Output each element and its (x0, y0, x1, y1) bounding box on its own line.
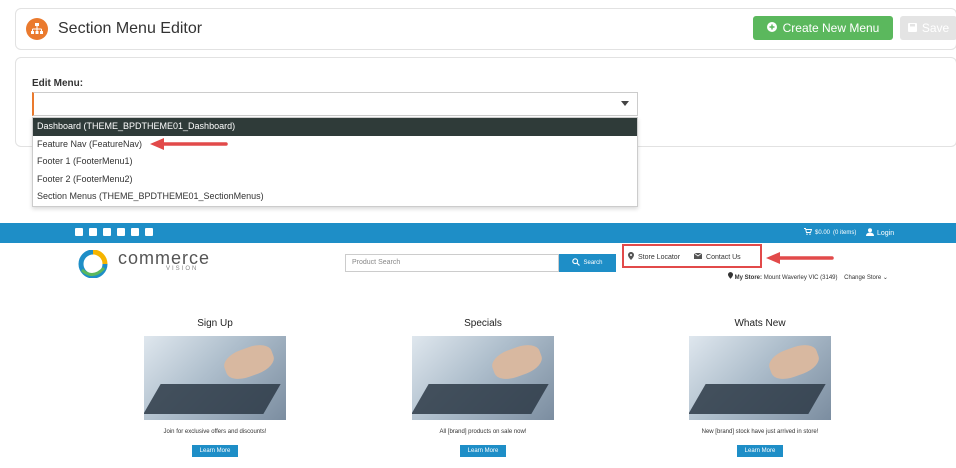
promo-title: Sign Up (197, 318, 233, 329)
annotation-arrow-feature-nav (150, 138, 228, 150)
promo-sign-up: Sign Up Join for exclusive offers and di… (95, 318, 335, 457)
cart-items: (0 items) (833, 229, 857, 236)
feature-nav-links: Store Locator Contact Us (628, 252, 741, 262)
edit-menu-dropdown: Dashboard (THEME_BPDTHEME01_Dashboard) F… (32, 117, 638, 207)
linkedin-icon[interactable] (145, 228, 153, 236)
instagram-icon[interactable] (103, 228, 111, 236)
commerce-vision-logo-icon[interactable] (78, 249, 108, 279)
map-pin-icon (728, 272, 735, 281)
promo-specials: Specials All [brand] products on sale no… (363, 318, 603, 457)
learn-more-button[interactable]: Learn More (459, 445, 507, 457)
plus-circle-icon (766, 21, 777, 35)
change-store-label: Change Store (844, 275, 882, 281)
my-store-value: Mount Waverley VIC (3149) (763, 275, 838, 281)
product-search-input[interactable]: Product Search (345, 254, 559, 272)
map-pin-icon (628, 252, 634, 262)
editor-header: Section Menu Editor Create New Menu Save (15, 8, 956, 50)
my-store-label: My Store: (734, 275, 763, 281)
floppy-icon (907, 21, 917, 35)
login-link[interactable]: Login (866, 228, 894, 238)
promo-image (144, 336, 286, 420)
store-brand-sub: VISION (166, 266, 199, 272)
user-icon (866, 228, 874, 238)
promo-image (412, 336, 554, 420)
caret-down-icon (621, 101, 629, 106)
twitter-icon[interactable] (89, 228, 97, 236)
learn-more-button[interactable]: Learn More (736, 445, 784, 457)
promo-text: All [brand] products on sale now! (439, 429, 527, 435)
search-button-label: Search (583, 260, 603, 266)
envelope-icon (693, 252, 703, 261)
contact-us-link[interactable]: Contact Us (693, 252, 741, 262)
dropdown-option-dashboard[interactable]: Dashboard (THEME_BPDTHEME01_Dashboard) (33, 118, 637, 136)
facebook-icon[interactable] (75, 228, 83, 236)
learn-more-button[interactable]: Learn More (191, 445, 239, 457)
chevron-down-icon: ⌄ (882, 275, 888, 281)
create-new-menu-button[interactable]: Create New Menu (753, 16, 893, 40)
save-button[interactable]: Save (900, 16, 956, 40)
search-icon (572, 258, 581, 268)
store-locator-link[interactable]: Store Locator (628, 252, 680, 262)
promo-title: Specials (464, 318, 502, 329)
cart-icon (804, 228, 813, 237)
social-links (75, 228, 153, 236)
dropdown-option-feature-nav[interactable]: Feature Nav (FeatureNav) (33, 136, 637, 154)
promo-image (689, 336, 831, 420)
edit-menu-select[interactable] (32, 92, 638, 116)
dropdown-option-footer-1[interactable]: Footer 1 (FooterMenu1) (33, 153, 637, 171)
cart-total: $0.00 (815, 229, 831, 236)
dropdown-option-footer-2[interactable]: Footer 2 (FooterMenu2) (33, 171, 637, 189)
store-top-bar: $0.00 (0 items) Login (0, 223, 956, 243)
edit-menu-label: Edit Menu: (32, 78, 84, 89)
sitemap-icon (26, 18, 48, 40)
promo-whats-new: Whats New New [brand] stock have just ar… (640, 318, 880, 457)
search-button[interactable]: Search (559, 254, 616, 272)
annotation-arrow-store-links (766, 252, 834, 264)
change-store-link[interactable]: Change Store ⌄ (844, 275, 888, 281)
promo-text: Join for exclusive offers and discounts! (163, 429, 267, 435)
store-brand-name: commerce (118, 248, 211, 268)
save-label: Save (921, 21, 950, 35)
dropdown-option-section-menus[interactable]: Section Menus (THEME_BPDTHEME01_SectionM… (33, 188, 637, 206)
contact-us-label: Contact Us (706, 253, 741, 261)
store-locator-label: Store Locator (638, 253, 681, 261)
login-label: Login (877, 229, 895, 237)
create-new-menu-label: Create New Menu (782, 21, 880, 35)
cart-link[interactable]: $0.00 (0 items) (804, 228, 856, 237)
my-store-info: My Store: Mount Waverley VIC (3149) Chan… (728, 272, 888, 281)
page-title: Section Menu Editor (58, 20, 203, 37)
pinterest-icon[interactable] (117, 228, 125, 236)
promo-title: Whats New (734, 318, 786, 329)
youtube-icon[interactable] (131, 228, 139, 236)
promo-text: New [brand] stock have just arrived in s… (701, 429, 819, 435)
